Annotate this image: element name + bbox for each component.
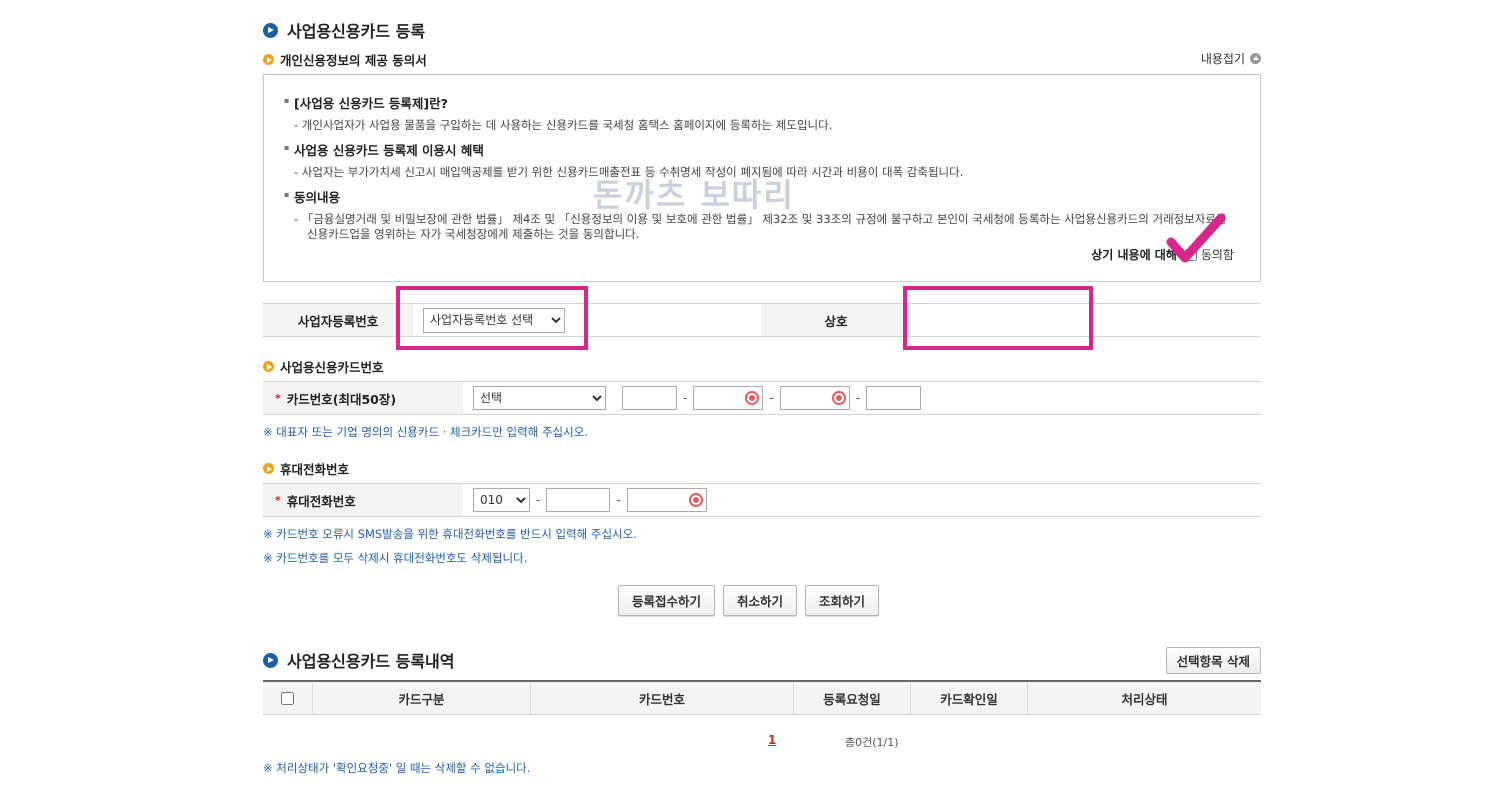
delete-note: ※ 처리상태가 '확인요청중' 일 때는 삭제할 수 없습니다.: [263, 761, 531, 775]
col-card-type: 카드구분: [313, 682, 531, 714]
phone-note-1: ※ 카드번호 오류시 SMS발송을 위한 휴대전화번호를 반드시 입력해 주십시…: [263, 527, 637, 541]
col-card-number: 카드번호: [531, 682, 794, 714]
biz-row: 사업자등록번호 사업자등록번호 선택 상호: [263, 303, 1261, 337]
phone-label: 휴대전화번호: [286, 493, 356, 509]
card-row: * 카드번호(최대50장) 선택 - - -: [263, 381, 1261, 415]
inquiry-button[interactable]: 조회하기: [805, 585, 880, 616]
chevron-up-icon: [1250, 53, 1261, 64]
register-button[interactable]: 등록접수하기: [618, 585, 716, 616]
consent-item-title: 사업용 신용카드 등록제 이용시 혜택: [284, 140, 1236, 159]
consent-item-title: [사업용 신용카드 등록제]란?: [284, 93, 1236, 112]
biz-reg-label: 사업자등록번호: [263, 304, 413, 336]
card-heading: 사업용신용카드번호: [263, 357, 384, 376]
col-status: 처리상태: [1121, 691, 1168, 707]
bullet-icon: [263, 361, 274, 372]
consent-item-desc: - 사업자는 부가가치세 신고시 매입액공제를 받기 위한 신용카드매출전표 등…: [294, 165, 964, 179]
agree-row: 상기 내용에 대해 동의함: [1091, 248, 1234, 262]
bullet-icon: [263, 652, 278, 668]
bullet-icon: [263, 22, 278, 38]
history-table-header: 카드구분 카드번호 등록요청일 카드확인일 처리상태: [263, 680, 1261, 715]
consent-box: [사업용 신용카드 등록제]란? - 개인사업자가 사업용 물품을 구입하는 데…: [263, 74, 1261, 282]
action-buttons: 등록접수하기 취소하기 조회하기: [618, 585, 880, 616]
phone-middle[interactable]: [546, 488, 611, 512]
consent-item-desc: - 「금융실명거래 및 비밀보장에 관한 법률」 제4조 및 「신용정보의 이용…: [294, 212, 1227, 241]
card-note: ※ 대표자 또는 기업 명의의 신용카드 · 체크카드만 입력해 주십시오.: [263, 425, 588, 439]
consent-item-desc: - 개인사업자가 사업용 물품을 구입하는 데 사용하는 신용카드를 국세청 홈…: [294, 118, 833, 132]
phone-row: * 휴대전화번호 010 - -: [263, 483, 1261, 517]
card-type-select[interactable]: 선택: [473, 386, 606, 410]
biz-reg-select[interactable]: 사업자등록번호 선택: [423, 307, 565, 333]
biz-name-label: 상호: [761, 304, 911, 336]
bullet-icon: [263, 463, 274, 474]
consent-item-title: 동의내용: [284, 187, 1236, 206]
card-number-1[interactable]: [622, 386, 677, 410]
card-label: 카드번호(최대50장): [286, 391, 397, 407]
eye-icon[interactable]: [831, 391, 846, 405]
required-mark-icon: *: [275, 493, 281, 507]
eye-icon[interactable]: [688, 493, 703, 507]
page-link[interactable]: 1: [768, 733, 776, 747]
col-confirm-date: 카드확인일: [911, 682, 1028, 714]
phone-note-2: ※ 카드번호를 모두 삭제시 휴대전화번호도 삭제됩니다.: [263, 551, 528, 565]
total-count: 총0건(1/1): [845, 736, 899, 749]
required-mark-icon: *: [275, 391, 281, 405]
consent-heading: 개인신용정보의 제공 동의서: [263, 50, 427, 69]
card-number-4[interactable]: [866, 386, 922, 410]
fold-toggle[interactable]: 내용접기: [1201, 50, 1261, 67]
select-all-checkbox[interactable]: [281, 691, 294, 705]
section-title-history: 사업용신용카드 등록내역: [263, 648, 455, 672]
delete-selected-button[interactable]: 선택항목 삭제: [1165, 647, 1261, 674]
col-request-date: 등록요청일: [794, 682, 911, 714]
section-title-register: 사업용신용카드 등록: [263, 18, 425, 42]
agree-checkbox[interactable]: [1184, 248, 1197, 261]
phone-prefix-select[interactable]: 010: [473, 488, 530, 512]
cancel-button[interactable]: 취소하기: [723, 585, 798, 616]
phone-heading: 휴대전화번호: [263, 459, 349, 478]
bullet-icon: [263, 54, 274, 65]
